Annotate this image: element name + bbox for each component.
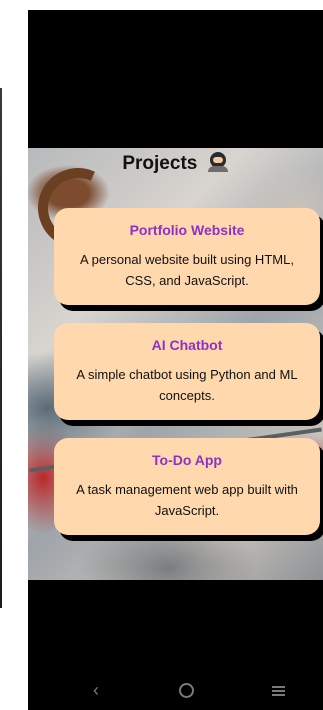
back-chevron-icon: ‹ [93,680,99,700]
project-card-portfolio[interactable]: Portfolio Website A personal website bui… [54,208,320,305]
project-list: Portfolio Website A personal website bui… [54,208,320,553]
recents-lines-icon [271,686,285,696]
project-card-title: To-Do App [152,452,222,468]
phone-screen: Projects Portfolio Website A personal we… [28,10,323,710]
nav-home-button[interactable] [174,680,198,700]
project-card-todo[interactable]: To-Do App A task management web app buil… [54,438,320,535]
nav-recents-button[interactable] [266,680,290,700]
nav-back-button[interactable]: ‹ [84,680,108,700]
page-title: Projects [28,152,323,175]
project-card-description: A personal website built using HTML, CSS… [80,252,294,288]
system-navigation-bar: ‹ [28,670,323,710]
left-margin [0,0,28,710]
project-card-description: A task management web app built with Jav… [76,482,298,518]
home-circle-icon [178,683,194,698]
project-card-title: AI Chatbot [151,337,223,353]
project-card-ai-chatbot[interactable]: AI Chatbot A simple chatbot using Python… [54,323,320,420]
ninja-icon [207,152,229,172]
project-card-description: A simple chatbot using Python and ML con… [76,367,298,403]
page-title-text: Projects [122,153,198,174]
device-edge [0,88,2,608]
project-card-title: Portfolio Website [129,222,245,238]
